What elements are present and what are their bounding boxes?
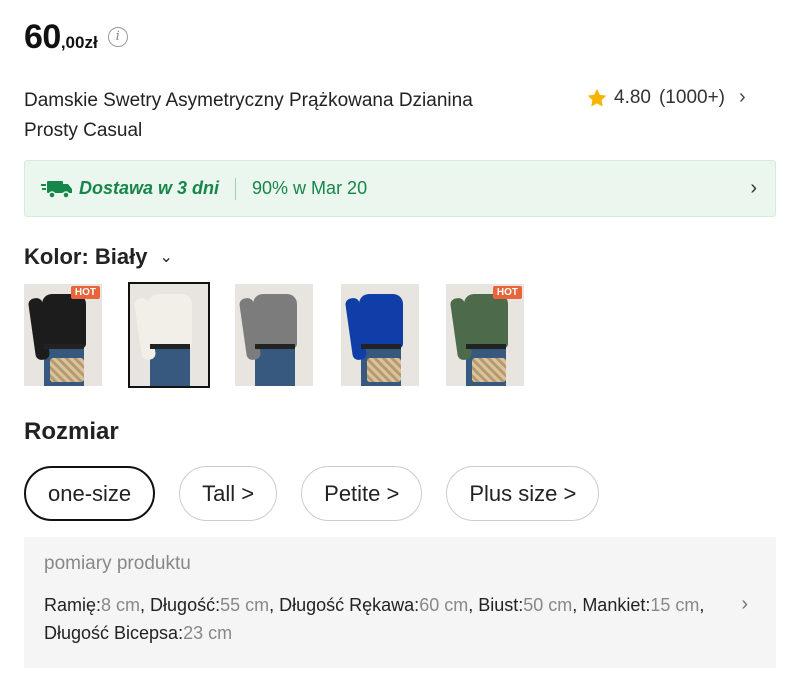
info-icon[interactable]: i [107, 26, 128, 47]
color-swatch-black[interactable]: HOT [24, 284, 102, 386]
measure-value: 50 cm [523, 595, 573, 615]
star-icon [587, 88, 607, 107]
color-label: Kolor: Biały [24, 244, 148, 269]
swatch-image [148, 294, 192, 348]
price: 60 ,00zł i [24, 18, 128, 57]
measurements-list: Ramię:8 cm, Długość:55 cm, Długość Rękaw… [44, 595, 705, 643]
measure-key: Biust: [478, 595, 524, 615]
rating-count: (1000+) [658, 86, 726, 108]
chevron-right-icon: › [739, 86, 746, 108]
measurements-title: pomiary produktu [44, 553, 191, 574]
chevron-right-icon: › [750, 177, 757, 199]
swatch-image [359, 294, 403, 348]
color-swatch-green[interactable]: HOT [446, 284, 524, 386]
measure-key: Długość Bicepsa: [44, 623, 184, 643]
swatch-image [464, 294, 508, 348]
swatch-image [44, 344, 84, 349]
swatch-image [150, 344, 190, 386]
size-option-tall[interactable]: Tall > [179, 466, 278, 521]
swatch-image [367, 358, 401, 382]
measure-value: 8 cm [101, 595, 141, 615]
size-options: one-size Tall > Petite > Plus size > [24, 466, 600, 521]
chevron-down-icon: ⌄ [159, 249, 173, 266]
shipping-banner[interactable]: Dostawa w 3 dni 90% w Mar 20 › [24, 160, 776, 217]
swatch-image [253, 294, 297, 348]
rating-link[interactable]: 4.80 (1000+) › [586, 86, 746, 109]
swatch-image [150, 344, 190, 349]
measure-key: Długość Rękawa: [279, 595, 420, 615]
measure-value: 60 cm [419, 595, 469, 615]
product-title: Damskie Swetry Asymetryczny Prążkowana D… [24, 90, 473, 141]
swatch-image [361, 344, 401, 349]
swatch-image [42, 294, 86, 348]
chevron-right-icon: › [741, 593, 748, 615]
measure-value: 55 cm [220, 595, 270, 615]
price-currency: ,00zł [60, 33, 98, 52]
measure-key: Długość: [150, 595, 221, 615]
swatch-image [472, 358, 506, 382]
color-swatch-grey[interactable] [235, 284, 313, 386]
swatch-image [50, 358, 84, 382]
swatch-image [255, 344, 295, 386]
color-selector[interactable]: Kolor: Biały ⌄ [24, 244, 173, 270]
swatch-image [466, 344, 506, 349]
measure-value: 15 cm [650, 595, 700, 615]
measure-key: Ramię: [44, 595, 102, 615]
rating-value: 4.80 [614, 86, 651, 108]
product-measurements[interactable]: pomiary produktu Ramię:8 cm, Długość:55 … [24, 537, 776, 668]
divider [235, 177, 237, 200]
measure-value: 23 cm [183, 623, 233, 643]
size-label: Rozmiar [24, 418, 119, 445]
size-option-petite[interactable]: Petite > [301, 466, 423, 521]
size-option-plus-size[interactable]: Plus size > [446, 466, 600, 521]
size-option-one-size[interactable]: one-size [24, 466, 156, 521]
color-swatch-white[interactable] [128, 282, 210, 388]
swatch-image [255, 344, 295, 349]
price-main: 60 [24, 18, 61, 56]
truck-icon [41, 180, 72, 199]
shipping-days: Dostawa w 3 dni [79, 178, 220, 198]
shipping-percent: 90% w Mar 20 [252, 178, 368, 198]
color-swatch-blue[interactable] [341, 284, 419, 386]
measure-key: Mankiet: [582, 595, 651, 615]
hot-badge: HOT [70, 286, 100, 299]
hot-badge: HOT [492, 286, 522, 299]
